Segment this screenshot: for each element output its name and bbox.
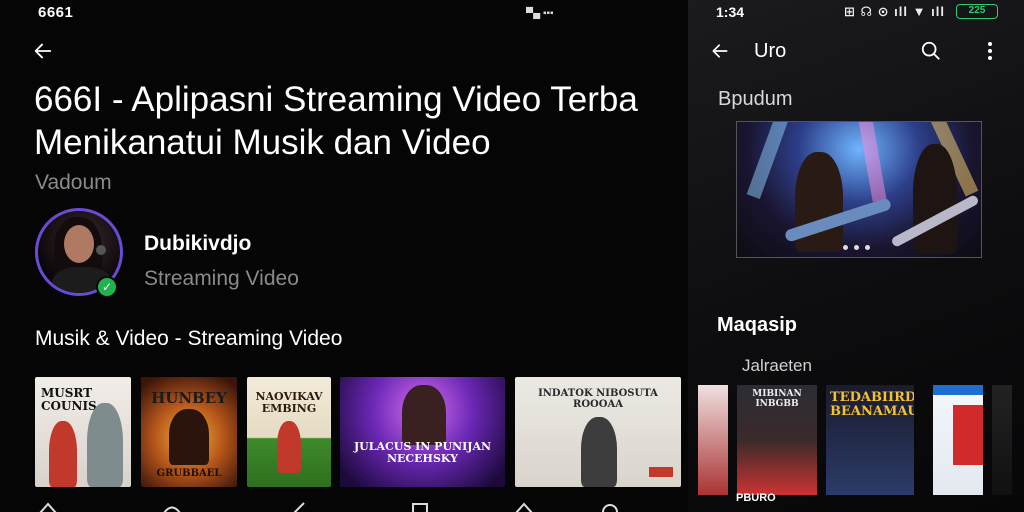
video-thumbnail-r0[interactable]: [698, 385, 728, 495]
status-bar-icons: ⊞ ☊ ⊙ ıll ▼ ıll: [844, 4, 945, 19]
video-thumbnail-r2[interactable]: TEDABIIRD BEANAMAU: [826, 385, 914, 495]
page-title: 666I - Aplipasni Streaming Video Terba M…: [34, 78, 688, 164]
video-thumbnail-3[interactable]: NAOVIKAV EMBING: [247, 377, 331, 487]
thumbnail-title: HUNBEY: [151, 389, 227, 407]
stage-light: [746, 122, 791, 199]
home-icon[interactable]: [514, 500, 533, 512]
thumbnail-subtitle: GRUBBAEL: [156, 468, 222, 479]
section-label-top: Bpudum: [718, 88, 793, 110]
page-subtitle: Vadoum: [35, 171, 112, 194]
status-bar-time: 6661: [38, 4, 74, 21]
video-thumbnail-r3[interactable]: [933, 385, 983, 495]
section-label-sub: Jalraeten: [742, 356, 812, 375]
section-title: Musik & Video - Streaming Video: [35, 327, 343, 350]
back-arrow-icon[interactable]: [710, 41, 730, 61]
back-arrow-icon[interactable]: [32, 40, 54, 62]
video-thumbnail-2[interactable]: HUNBEY GRUBBAEL: [141, 377, 237, 487]
thumbnail-title: NAOVIKAV EMBING: [255, 390, 323, 415]
stage-light: [857, 122, 887, 202]
thumbnail-tag: [649, 467, 673, 477]
status-bar-center-icons: ▀▄ ▪▪▪: [526, 8, 554, 19]
left-panel: 6661 ▀▄ ▪▪▪ 666I - Aplipasni Streaming V…: [0, 0, 688, 512]
carousel-dot[interactable]: [854, 245, 859, 250]
thumbnail-figure: [277, 421, 301, 473]
thumbnail-title: TEDABIIRD BEANAMAU: [830, 390, 914, 419]
thumbnail-title: MIBINAN INBGBB: [752, 389, 802, 409]
carousel-dot[interactable]: [865, 245, 870, 250]
thumbnail-figure: [581, 417, 617, 487]
nav-icon-3[interactable]: [290, 500, 308, 512]
more-vert-icon[interactable]: [986, 40, 994, 62]
carousel-dots[interactable]: [843, 245, 870, 250]
page-title-line-1: 666I - Aplipasni Streaming Video Terba: [34, 80, 638, 119]
video-thumbnail-1[interactable]: MUSRT COUNIS: [35, 377, 131, 487]
section-label-middle: Maqasip: [717, 314, 798, 336]
video-thumbnail-r4[interactable]: [992, 385, 1012, 495]
channel-subtitle: Streaming Video: [144, 267, 299, 290]
microphone-icon: [96, 245, 106, 255]
thumbnail-figure: [49, 421, 77, 487]
thumbnail-title: JULACUS IN PUNIJAN NECEHSKY: [353, 440, 492, 465]
thumbnail-stripe: [933, 385, 983, 395]
performer-figure: [913, 144, 957, 254]
video-thumbnail-4[interactable]: JULACUS IN PUNIJAN NECEHSKY: [340, 377, 505, 487]
featured-banner[interactable]: [736, 121, 982, 258]
thumbnail-block: [953, 405, 983, 465]
page-title-line-2: Menikanatui Musik dan Video: [34, 123, 491, 162]
avatar-face: [64, 225, 94, 263]
video-thumbnail-r1[interactable]: MIBINAN INBGBB: [737, 385, 817, 495]
header-title: Uro: [754, 40, 787, 62]
thumbnail-figure: [402, 385, 446, 445]
verified-badge-icon: ✓: [96, 276, 118, 298]
thumbnail-title: INDATOK NIBOSUTA ROOOAA: [538, 388, 658, 410]
circle-icon[interactable]: [600, 500, 618, 512]
search-icon[interactable]: [920, 40, 942, 62]
battery-indicator: 225: [956, 4, 998, 19]
nav-icon-2[interactable]: [162, 500, 181, 512]
square-icon[interactable]: [410, 500, 428, 512]
bottom-label: PBURO: [736, 492, 776, 504]
home-icon[interactable]: [38, 500, 57, 512]
video-thumbnail-5[interactable]: INDATOK NIBOSUTA ROOOAA: [515, 377, 681, 487]
thumbnail-figure: [169, 409, 209, 465]
carousel-dot[interactable]: [843, 245, 848, 250]
thumbnail-figure: [87, 403, 123, 487]
channel-name[interactable]: Dubikivdjo: [144, 232, 251, 256]
status-bar-time: 1:34: [716, 4, 745, 20]
right-panel: 1:34 ⊞ ☊ ⊙ ıll ▼ ıll 225 Uro Bpudum Maqa…: [688, 0, 1024, 512]
